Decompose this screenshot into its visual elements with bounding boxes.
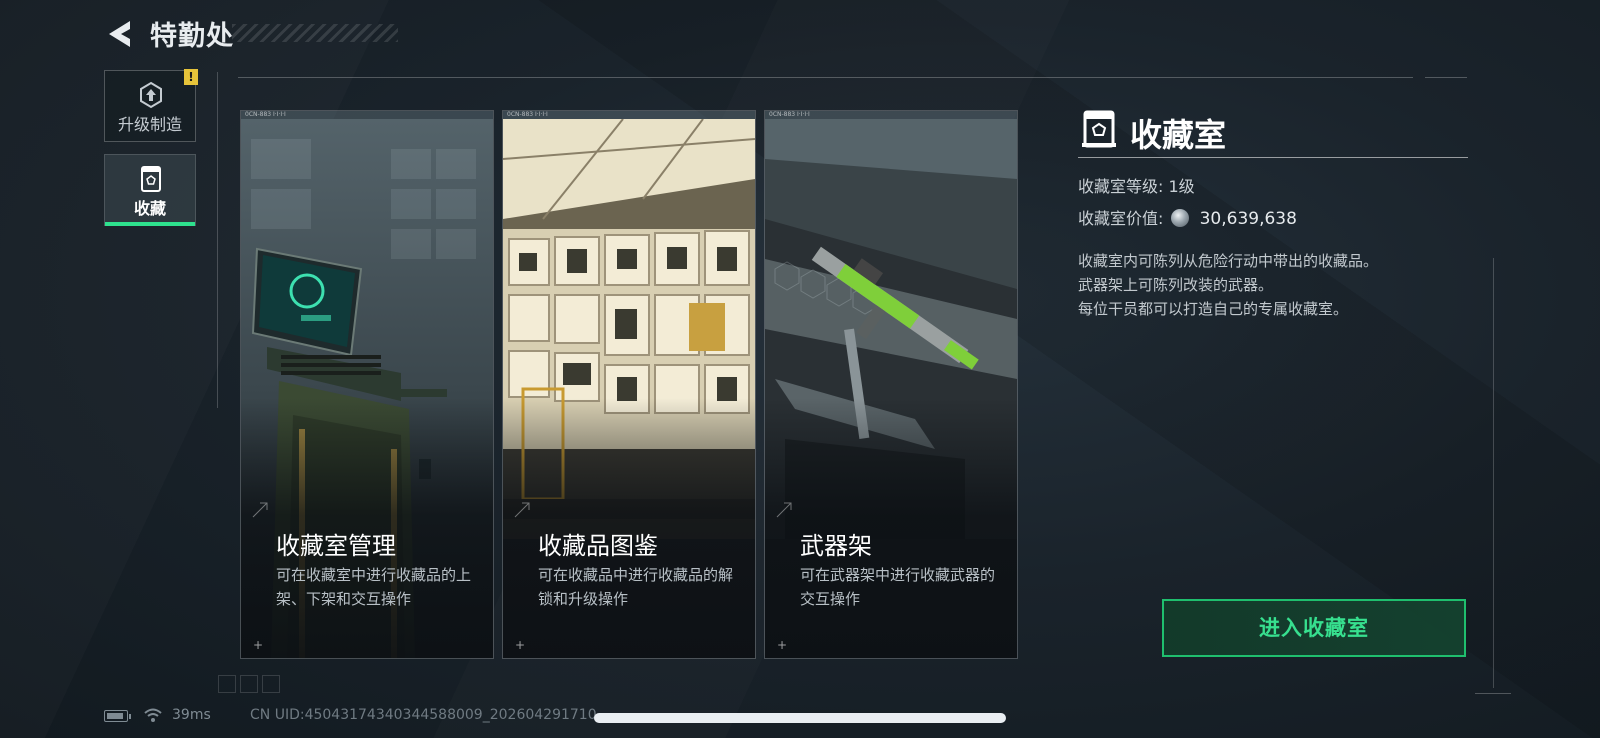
description-line: 每位干员都可以打造自己的专属收藏室。: [1078, 300, 1349, 318]
card-collectible-catalog[interactable]: 0CN-883 Ⅰ·Ⅰ·Ⅰ·Ⅰ 收藏品图鉴 可在收藏品中进行收藏品的解锁和升级操…: [502, 110, 756, 659]
frame-line-left: [217, 72, 218, 408]
title-decoration: [232, 24, 398, 42]
card-weapon-rack[interactable]: 0CN-883 Ⅰ·Ⅰ·Ⅰ·Ⅰ 武器架 可在武器架中进行收藏武器的交互操作 +: [764, 110, 1018, 659]
level-label: 收藏室等级:: [1078, 177, 1164, 196]
description-line: 收藏室内可陈列从危险行动中带出的收藏品。: [1078, 252, 1379, 270]
card-description: 可在武器架中进行收藏武器的交互操作: [800, 566, 996, 608]
active-indicator: [105, 222, 195, 226]
expand-corner-icon: [513, 501, 531, 519]
collection-icon: [137, 165, 165, 193]
level-value: 1级: [1168, 177, 1195, 196]
collection-room-icon: [1082, 110, 1116, 148]
plus-icon: +: [253, 638, 264, 652]
enter-collection-room-button[interactable]: 进入收藏室: [1162, 599, 1466, 657]
card-description: 可在收藏室中进行收藏品的上架、下架和交互操作: [276, 566, 472, 608]
value-amount: 30,639,638: [1199, 209, 1297, 229]
panel-title: 收藏室: [1130, 116, 1227, 154]
back-arrow-icon[interactable]: [104, 18, 134, 50]
wifi-icon: [143, 707, 163, 727]
decorative-squares: [218, 675, 280, 693]
coin-icon: [1170, 209, 1189, 227]
plus-icon: +: [777, 638, 788, 652]
frame-line-top: [238, 77, 1413, 78]
card-code: 0CN-883 Ⅰ·Ⅰ·Ⅰ·Ⅰ: [769, 111, 810, 118]
upgrade-icon: [137, 81, 165, 109]
sidebar-item-collection[interactable]: 收藏: [104, 154, 196, 226]
user-uid: CN UID:4504317434034458800​9_20260429171…: [250, 707, 597, 723]
card-title: 收藏室管理: [276, 532, 396, 560]
sidebar-item-label: 升级制造: [117, 115, 182, 134]
value-row: 收藏室价值: 30,639,638: [1078, 205, 1297, 229]
card-description: 可在收藏品中进行收藏品的解锁和升级操作: [538, 566, 734, 608]
ping-value: 39ms: [172, 707, 211, 723]
card-code: 0CN-883 Ⅰ·Ⅰ·Ⅰ·Ⅰ: [507, 111, 548, 118]
description-line: 武器架上可陈列改装的武器。: [1078, 276, 1274, 294]
frame-line-right: [1493, 258, 1494, 688]
sidebar-item-upgrade[interactable]: 升级制造: [104, 70, 196, 142]
expand-corner-icon: [775, 501, 793, 519]
sidebar-item-label: 收藏: [133, 199, 166, 218]
expand-corner-icon: [251, 501, 269, 519]
panel-divider: [1078, 157, 1468, 158]
battery-icon: [104, 710, 131, 722]
card-title: 收藏品图鉴: [538, 532, 658, 560]
card-code: 0CN-883 Ⅰ·Ⅰ·Ⅰ·Ⅰ: [245, 111, 286, 118]
value-label: 收藏室价值:: [1078, 209, 1164, 228]
panel-description: 收藏室内可陈列从危险行动中带出的收藏品。 武器架上可陈列改装的武器。 每位干员都…: [1078, 249, 1378, 321]
card-collection-management[interactable]: 0CN-883 Ⅰ·Ⅰ·Ⅰ·Ⅰ 收藏室管理 可在收藏室中进行收藏品的上架、下架和…: [240, 110, 494, 659]
alert-badge: !: [184, 69, 198, 85]
plus-icon: +: [515, 638, 526, 652]
card-title: 武器架: [800, 532, 872, 560]
level-row: 收藏室等级: 1级: [1078, 173, 1195, 197]
frame-cross: [1475, 693, 1511, 694]
frame-line-top-end: [1425, 77, 1467, 78]
home-indicator[interactable]: [594, 713, 1006, 723]
page-title: 特勤处: [150, 21, 234, 52]
